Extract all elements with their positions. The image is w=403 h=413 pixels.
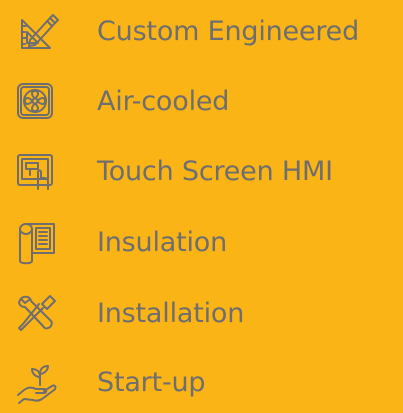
- feature-air-cooled: Air-cooled: [0, 72, 403, 132]
- fan-icon: [10, 72, 60, 132]
- feature-label: Insulation: [97, 227, 228, 258]
- feature-label: Installation: [97, 298, 245, 329]
- feature-list: Custom Engineered Air-cooled Touch Scree…: [0, 0, 403, 409]
- feature-insulation: Insulation: [0, 213, 403, 273]
- feature-label: Touch Screen HMI: [97, 156, 333, 187]
- sprout-hand-icon: [10, 353, 60, 413]
- feature-start-up: Start-up: [0, 353, 403, 413]
- insulation-roll-icon: [10, 213, 60, 273]
- feature-label: Air-cooled: [97, 86, 230, 117]
- feature-label: Custom Engineered: [97, 16, 360, 47]
- feature-installation: Installation: [0, 284, 403, 344]
- tools-icon: [10, 284, 60, 344]
- feature-touch-screen-hmi: Touch Screen HMI: [0, 142, 403, 202]
- ruler-pencil-icon: [10, 2, 60, 62]
- feature-label: Start-up: [97, 367, 206, 398]
- touch-screen-icon: [10, 142, 60, 202]
- feature-custom-engineered: Custom Engineered: [0, 2, 403, 62]
